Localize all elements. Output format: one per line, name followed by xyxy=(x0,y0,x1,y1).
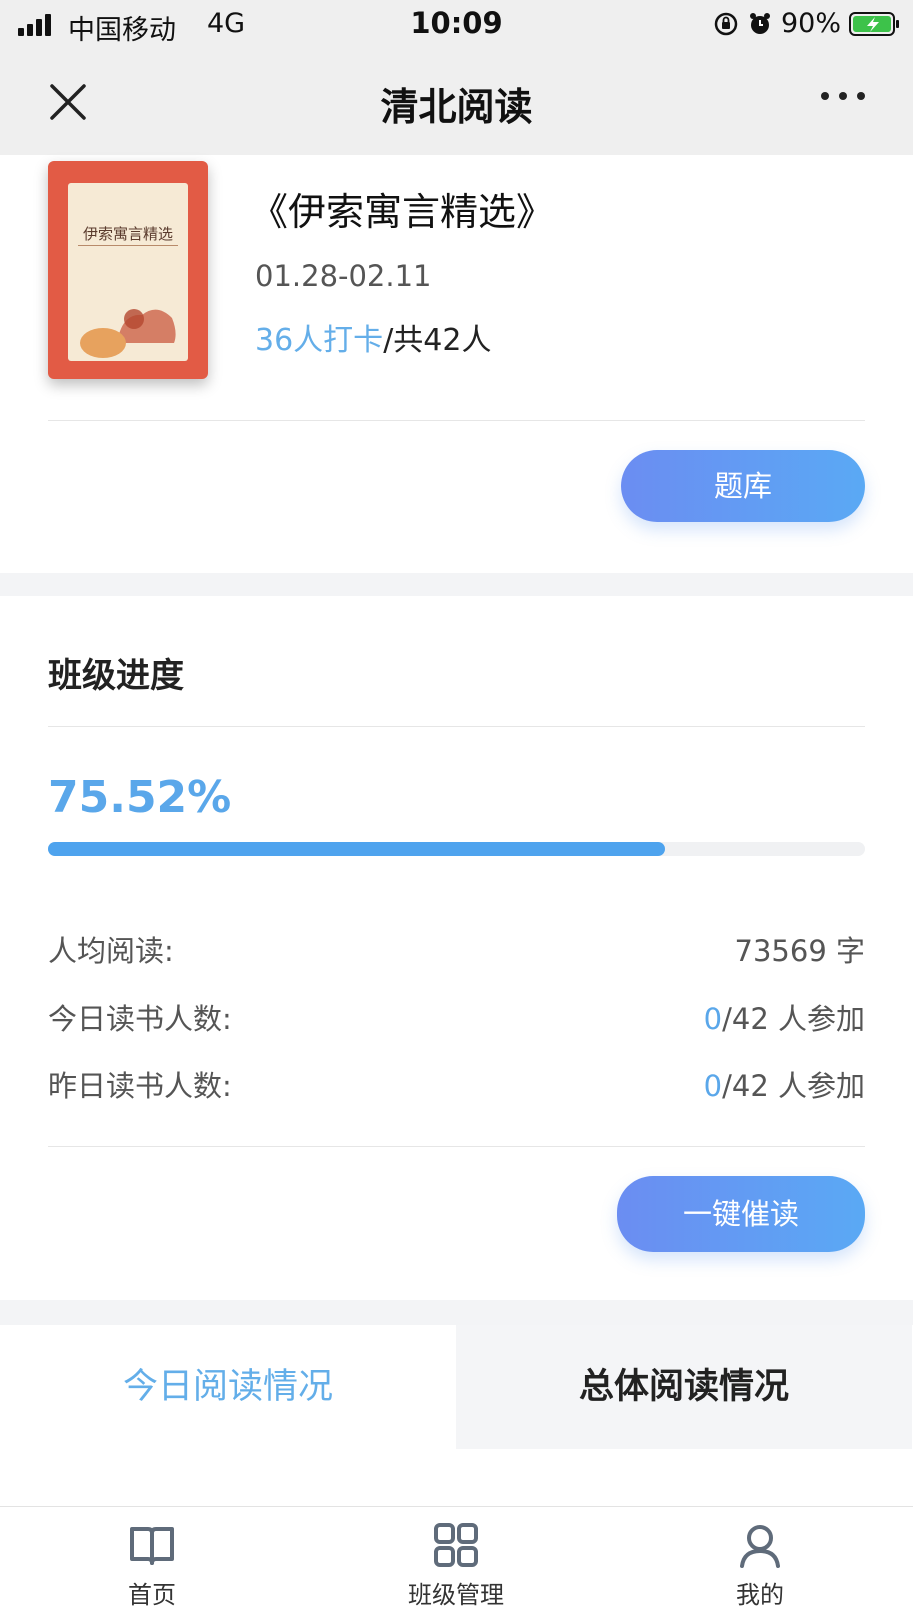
cover-title: 伊索寓言精选 xyxy=(82,225,173,243)
battery-percent: 90% xyxy=(780,8,841,39)
section-gap xyxy=(0,573,913,596)
divider xyxy=(48,726,865,727)
bottom-nav: 首页 班级管理 我的 xyxy=(0,1506,913,1623)
page-title: 清北阅读 xyxy=(380,85,533,129)
bottom-nav-label: 我的 xyxy=(736,1581,784,1609)
book-info-card: 伊索寓言精选 《伊索寓言精选》 01.28-02.11 36人打卡/共42人 题… xyxy=(0,155,913,573)
today-readers-count: 0 xyxy=(703,1002,723,1036)
tab-today-reading[interactable]: 今日阅读情况 xyxy=(0,1325,456,1449)
avg-reading-value: 73569 字 xyxy=(734,934,865,968)
battery-charging-icon xyxy=(849,11,899,36)
progress-percent: 75.52% xyxy=(48,772,232,823)
divider xyxy=(48,420,865,421)
tab-overall-reading[interactable]: 总体阅读情况 xyxy=(456,1325,912,1449)
yesterday-readers-label: 昨日读书人数: xyxy=(48,1069,232,1103)
book-icon xyxy=(130,1527,174,1565)
more-icon[interactable] xyxy=(821,92,865,100)
book-title: 《伊索寓言精选》 xyxy=(250,190,555,234)
yesterday-readers-value: 0/42 人参加 xyxy=(704,1063,865,1105)
bottom-nav-mine[interactable]: 我的 xyxy=(690,1521,830,1610)
yesterday-readers-total: /42 人参加 xyxy=(722,1069,865,1103)
progress-bar xyxy=(48,842,865,856)
cover-badge xyxy=(80,328,126,358)
divider xyxy=(48,1146,865,1147)
section-title: 班级进度 xyxy=(48,656,184,696)
class-progress-card: 班级进度 75.52% 人均阅读: 73569 字 今日读书人数: 0/42 人… xyxy=(0,596,913,1300)
checkin-total: /共42人 xyxy=(383,323,492,358)
book-cover-image: 伊索寓言精选 xyxy=(48,161,208,379)
checkin-summary: 36人打卡/共42人 xyxy=(255,315,491,359)
urge-reading-button[interactable]: 一键催读 xyxy=(617,1176,865,1252)
alarm-icon xyxy=(749,12,770,34)
today-readers-total: /42 人参加 xyxy=(722,1002,865,1036)
nav-bar: 清北阅读 xyxy=(0,52,913,155)
question-bank-button[interactable]: 题库 xyxy=(621,450,865,522)
bottom-nav-home[interactable]: 首页 xyxy=(82,1521,222,1610)
bottom-nav-label: 首页 xyxy=(128,1581,176,1609)
section-gap xyxy=(0,1300,913,1325)
today-readers-label: 今日读书人数: xyxy=(48,1002,232,1036)
book-dates: 01.28-02.11 xyxy=(255,259,432,293)
bottom-nav-label: 班级管理 xyxy=(408,1581,504,1609)
grid-icon xyxy=(434,1523,478,1567)
checkin-count: 36人打卡 xyxy=(255,323,384,358)
status-right: 90% xyxy=(713,8,901,39)
orientation-lock-icon xyxy=(714,12,738,35)
yesterday-readers-count: 0 xyxy=(703,1069,723,1103)
progress-bar-fill xyxy=(48,842,665,856)
today-readers-value: 0/42 人参加 xyxy=(704,996,865,1038)
avg-reading-label: 人均阅读: xyxy=(48,934,174,968)
reading-tabs: 今日阅读情况 总体阅读情况 xyxy=(0,1325,913,1449)
status-bar: 中国移动 4G 10:09 90% xyxy=(0,0,913,52)
user-icon xyxy=(740,1525,780,1568)
bottom-nav-class-management[interactable]: 班级管理 xyxy=(386,1521,526,1610)
